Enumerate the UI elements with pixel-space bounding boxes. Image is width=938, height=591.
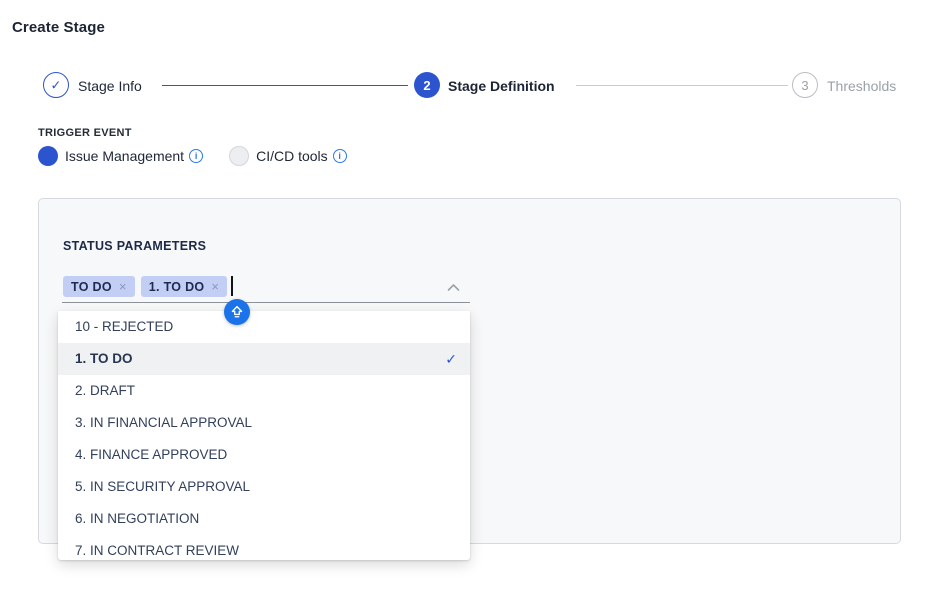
step-1-complete-circle[interactable]: ✓ <box>43 72 69 98</box>
radio-issue-management[interactable] <box>38 146 58 166</box>
step-label-stage-info[interactable]: Stage Info <box>78 78 142 94</box>
dropdown-option[interactable]: 4. FINANCE APPROVED <box>58 439 470 471</box>
radio-label-cicd-tools[interactable]: CI/CD tools <box>256 148 328 164</box>
dropdown-option[interactable]: 10 - REJECTED <box>58 311 470 343</box>
step-3-number: 3 <box>801 78 808 93</box>
up-arrow-icon <box>229 304 245 320</box>
stepper-connector-completed <box>162 85 408 86</box>
check-icon: ✓ <box>445 343 457 375</box>
dropdown-option[interactable]: 7. IN CONTRACT REVIEW <box>58 535 470 560</box>
stepper-connector-upcoming <box>576 85 788 86</box>
step-label-stage-definition: Stage Definition <box>448 78 555 94</box>
tag-label: TO DO <box>71 280 112 294</box>
tag-remove-icon[interactable]: × <box>211 279 219 294</box>
agent-cursor-indicator <box>224 299 250 325</box>
dropdown-option[interactable]: 3. IN FINANCIAL APPROVAL <box>58 407 470 439</box>
tag-1-to-do[interactable]: 1. TO DO × <box>141 276 228 297</box>
radio-cicd-tools[interactable] <box>229 146 249 166</box>
chevron-up-icon[interactable] <box>447 283 460 292</box>
text-caret <box>231 276 233 296</box>
check-icon: ✓ <box>51 78 62 91</box>
trigger-event-label: TRIGGER EVENT <box>38 127 132 139</box>
dropdown-option[interactable]: 2. DRAFT <box>58 375 470 407</box>
info-icon[interactable]: i <box>189 149 203 163</box>
create-stage-screen: Create Stage ✓ Stage Info 2 Stage Defini… <box>0 0 938 591</box>
step-3-upcoming-circle[interactable]: 3 <box>792 72 818 98</box>
status-parameters-multiselect[interactable]: TO DO × 1. TO DO × <box>62 270 470 303</box>
status-parameters-label: STATUS PARAMETERS <box>63 239 206 253</box>
page-title: Create Stage <box>12 19 105 36</box>
dropdown-option[interactable]: 5. IN SECURITY APPROVAL <box>58 471 470 503</box>
info-icon[interactable]: i <box>333 149 347 163</box>
dropdown-option[interactable]: 6. IN NEGOTIATION <box>58 503 470 535</box>
stepper: ✓ Stage Info 2 Stage Definition 3 Thresh… <box>0 72 938 100</box>
status-parameters-dropdown: 10 - REJECTED 1. TO DO ✓ 2. DRAFT 3. IN … <box>58 311 470 560</box>
trigger-event-radio-group: Issue Management i CI/CD tools i <box>38 146 347 166</box>
selected-tags: TO DO × 1. TO DO × <box>63 276 227 297</box>
tag-label: 1. TO DO <box>149 280 205 294</box>
step-2-active-circle[interactable]: 2 <box>414 72 440 98</box>
tag-to-do[interactable]: TO DO × <box>63 276 135 297</box>
step-label-thresholds: Thresholds <box>827 78 896 94</box>
dropdown-option-selected[interactable]: 1. TO DO ✓ <box>58 343 470 375</box>
step-2-number: 2 <box>423 78 430 93</box>
tag-remove-icon[interactable]: × <box>119 279 127 294</box>
radio-label-issue-management[interactable]: Issue Management <box>65 148 184 164</box>
